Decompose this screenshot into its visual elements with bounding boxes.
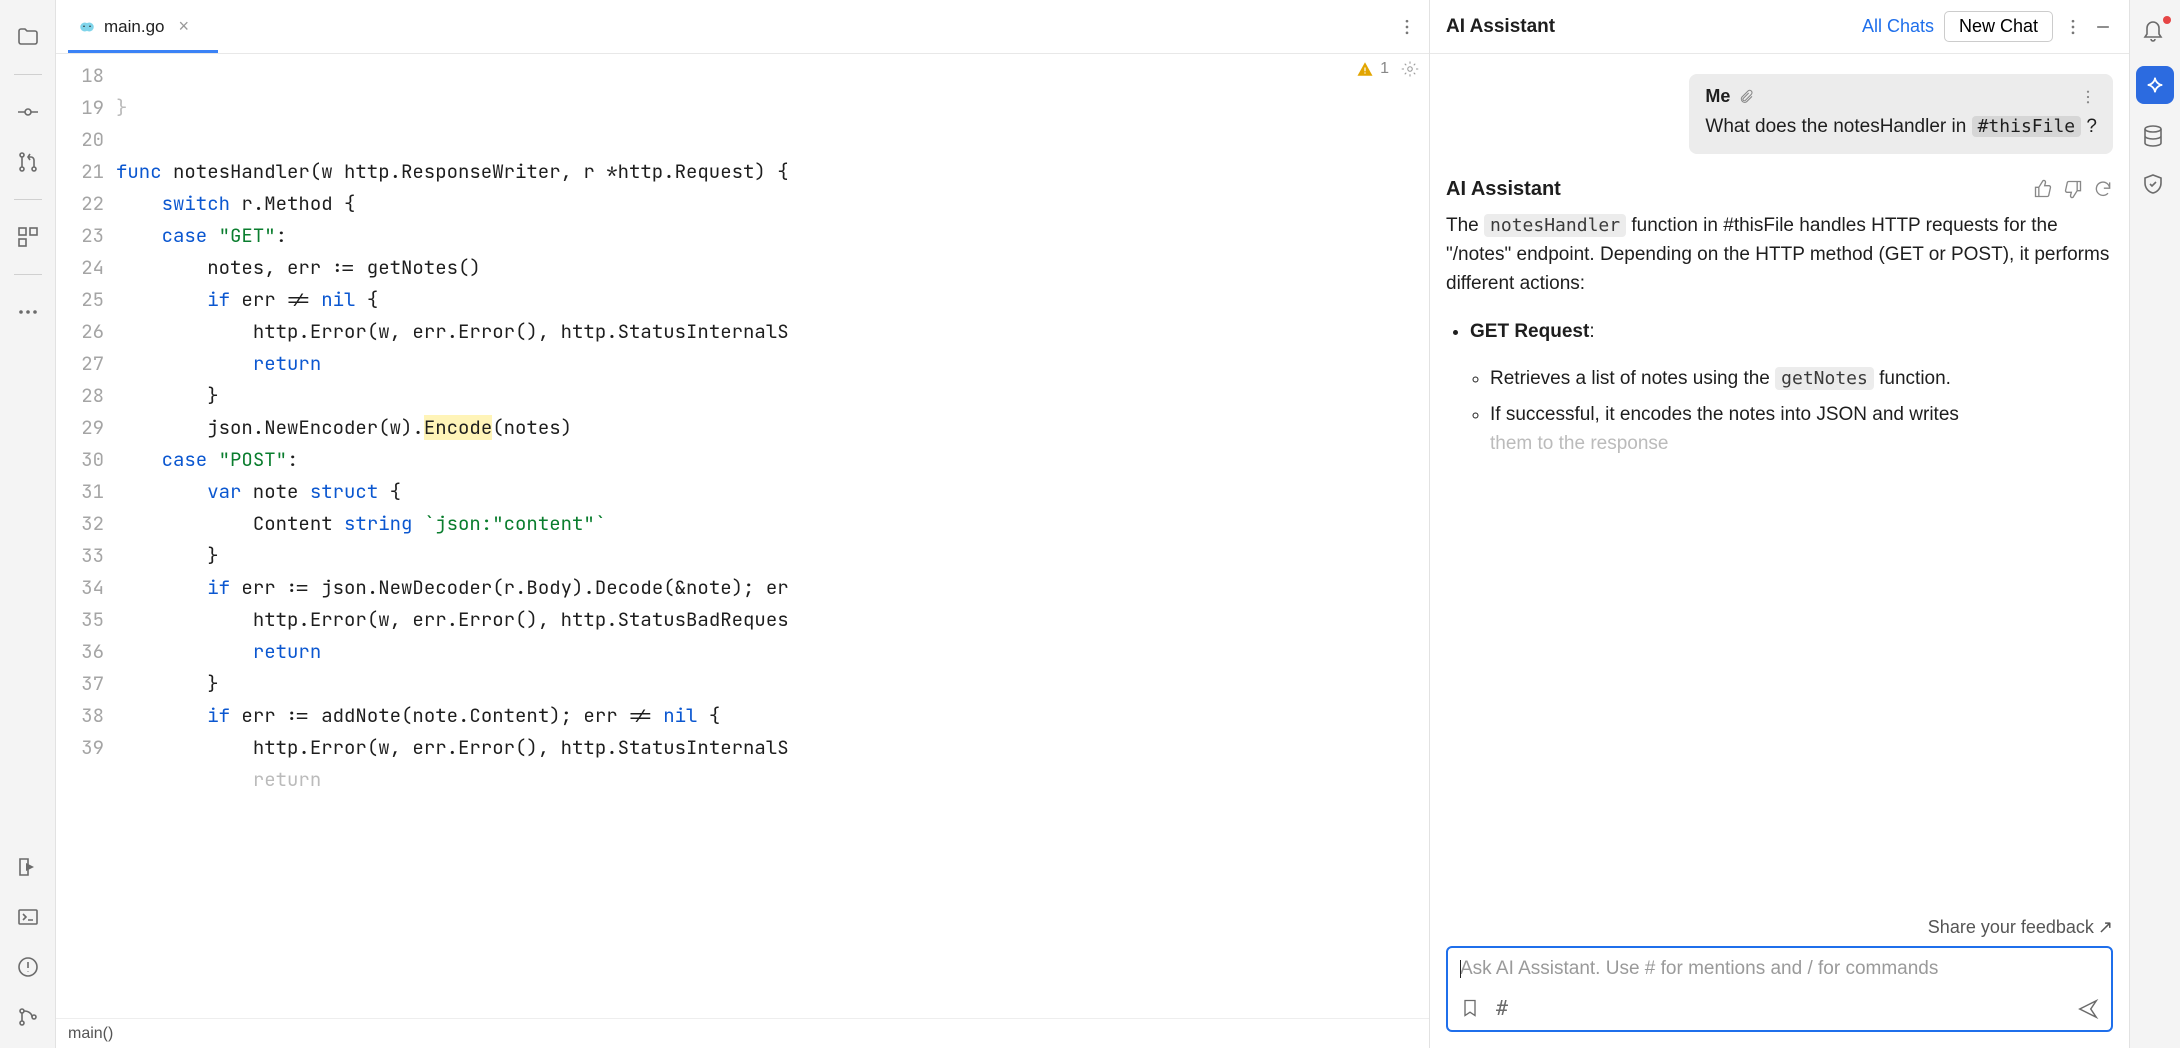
thumbs-down-icon[interactable] bbox=[2063, 179, 2083, 199]
user-label: Me bbox=[1705, 86, 1730, 107]
breadcrumb[interactable]: main() bbox=[56, 1018, 1429, 1048]
user-message: Me What does the notesHandler in #thisFi… bbox=[1689, 74, 2113, 154]
external-link-icon: ↗ bbox=[2098, 917, 2113, 937]
left-toolbar bbox=[0, 0, 56, 1048]
attachment-icon[interactable] bbox=[1738, 89, 1754, 105]
run-icon[interactable] bbox=[15, 854, 41, 880]
editor-column: main.go × 1 18 19 20 21 22 23 24 25 26 2… bbox=[56, 0, 1430, 1048]
structure-icon[interactable] bbox=[15, 224, 41, 250]
feedback-link[interactable]: Share your feedback↗ bbox=[1430, 911, 2129, 946]
assistant-label: AI Assistant bbox=[1446, 174, 1561, 205]
notifications-icon[interactable] bbox=[2141, 18, 2169, 46]
terminal-icon[interactable] bbox=[15, 904, 41, 930]
chat-input[interactable]: Ask AI Assistant. Use # for mentions and… bbox=[1446, 946, 2113, 1032]
assistant-paragraph: The notesHandler function in #thisFile h… bbox=[1446, 211, 2113, 299]
problems-icon[interactable] bbox=[15, 954, 41, 980]
panel-more-icon[interactable] bbox=[2063, 17, 2083, 37]
shield-icon[interactable] bbox=[2141, 172, 2169, 200]
more-horizontal-icon[interactable] bbox=[15, 299, 41, 325]
right-toolbar bbox=[2130, 0, 2180, 1048]
vcs-icon[interactable] bbox=[15, 1004, 41, 1030]
assistant-message: AI Assistant The notesHandler function i… bbox=[1446, 174, 2113, 465]
file-tab-main-go[interactable]: main.go × bbox=[68, 10, 199, 43]
line-number-gutter: 18 19 20 21 22 23 24 25 26 27 28 29 30 3… bbox=[56, 54, 116, 1018]
regenerate-icon[interactable] bbox=[2093, 179, 2113, 199]
user-message-menu-icon[interactable] bbox=[2079, 88, 2097, 106]
close-tab-icon[interactable]: × bbox=[178, 16, 189, 37]
database-icon[interactable] bbox=[2141, 124, 2169, 152]
pull-request-icon[interactable] bbox=[15, 149, 41, 175]
ai-panel-header: AI Assistant All Chats New Chat bbox=[1430, 0, 2129, 54]
editor-tabbar: main.go × bbox=[56, 0, 1429, 54]
bookmark-icon[interactable] bbox=[1460, 998, 1482, 1020]
folder-icon[interactable] bbox=[15, 24, 41, 50]
chat-scroll: Me What does the notesHandler in #thisFi… bbox=[1430, 54, 2129, 911]
all-chats-link[interactable]: All Chats bbox=[1862, 16, 1934, 37]
code-editor[interactable]: 1 18 19 20 21 22 23 24 25 26 27 28 29 30… bbox=[56, 54, 1429, 1018]
editor-more-icon[interactable] bbox=[1397, 17, 1417, 37]
send-icon[interactable] bbox=[2077, 998, 2099, 1020]
assistant-list: GET Request: bbox=[1446, 317, 2113, 346]
commit-icon[interactable] bbox=[15, 99, 41, 125]
ai-panel-title: AI Assistant bbox=[1446, 16, 1555, 38]
hash-icon[interactable]: # bbox=[1496, 998, 1518, 1020]
chat-input-placeholder: Ask AI Assistant. Use # for mentions and… bbox=[1460, 958, 2099, 980]
new-chat-button[interactable]: New Chat bbox=[1944, 11, 2053, 42]
file-tab-label: main.go bbox=[104, 17, 164, 37]
ai-panel: AI Assistant All Chats New Chat Me What … bbox=[1430, 0, 2130, 1048]
minimize-icon[interactable] bbox=[2093, 17, 2113, 37]
assistant-sublist: Retrieves a list of notes using the getN… bbox=[1446, 364, 2113, 458]
mention-chip[interactable]: #thisFile bbox=[1972, 116, 2082, 137]
ai-assistant-tool-icon[interactable] bbox=[2136, 66, 2174, 104]
code-content[interactable]: } func notesHandler(w http.ResponseWrite… bbox=[116, 54, 1429, 1018]
thumbs-up-icon[interactable] bbox=[2033, 179, 2053, 199]
user-message-text: What does the notesHandler in #thisFile … bbox=[1705, 113, 2097, 142]
go-file-icon bbox=[78, 18, 96, 36]
